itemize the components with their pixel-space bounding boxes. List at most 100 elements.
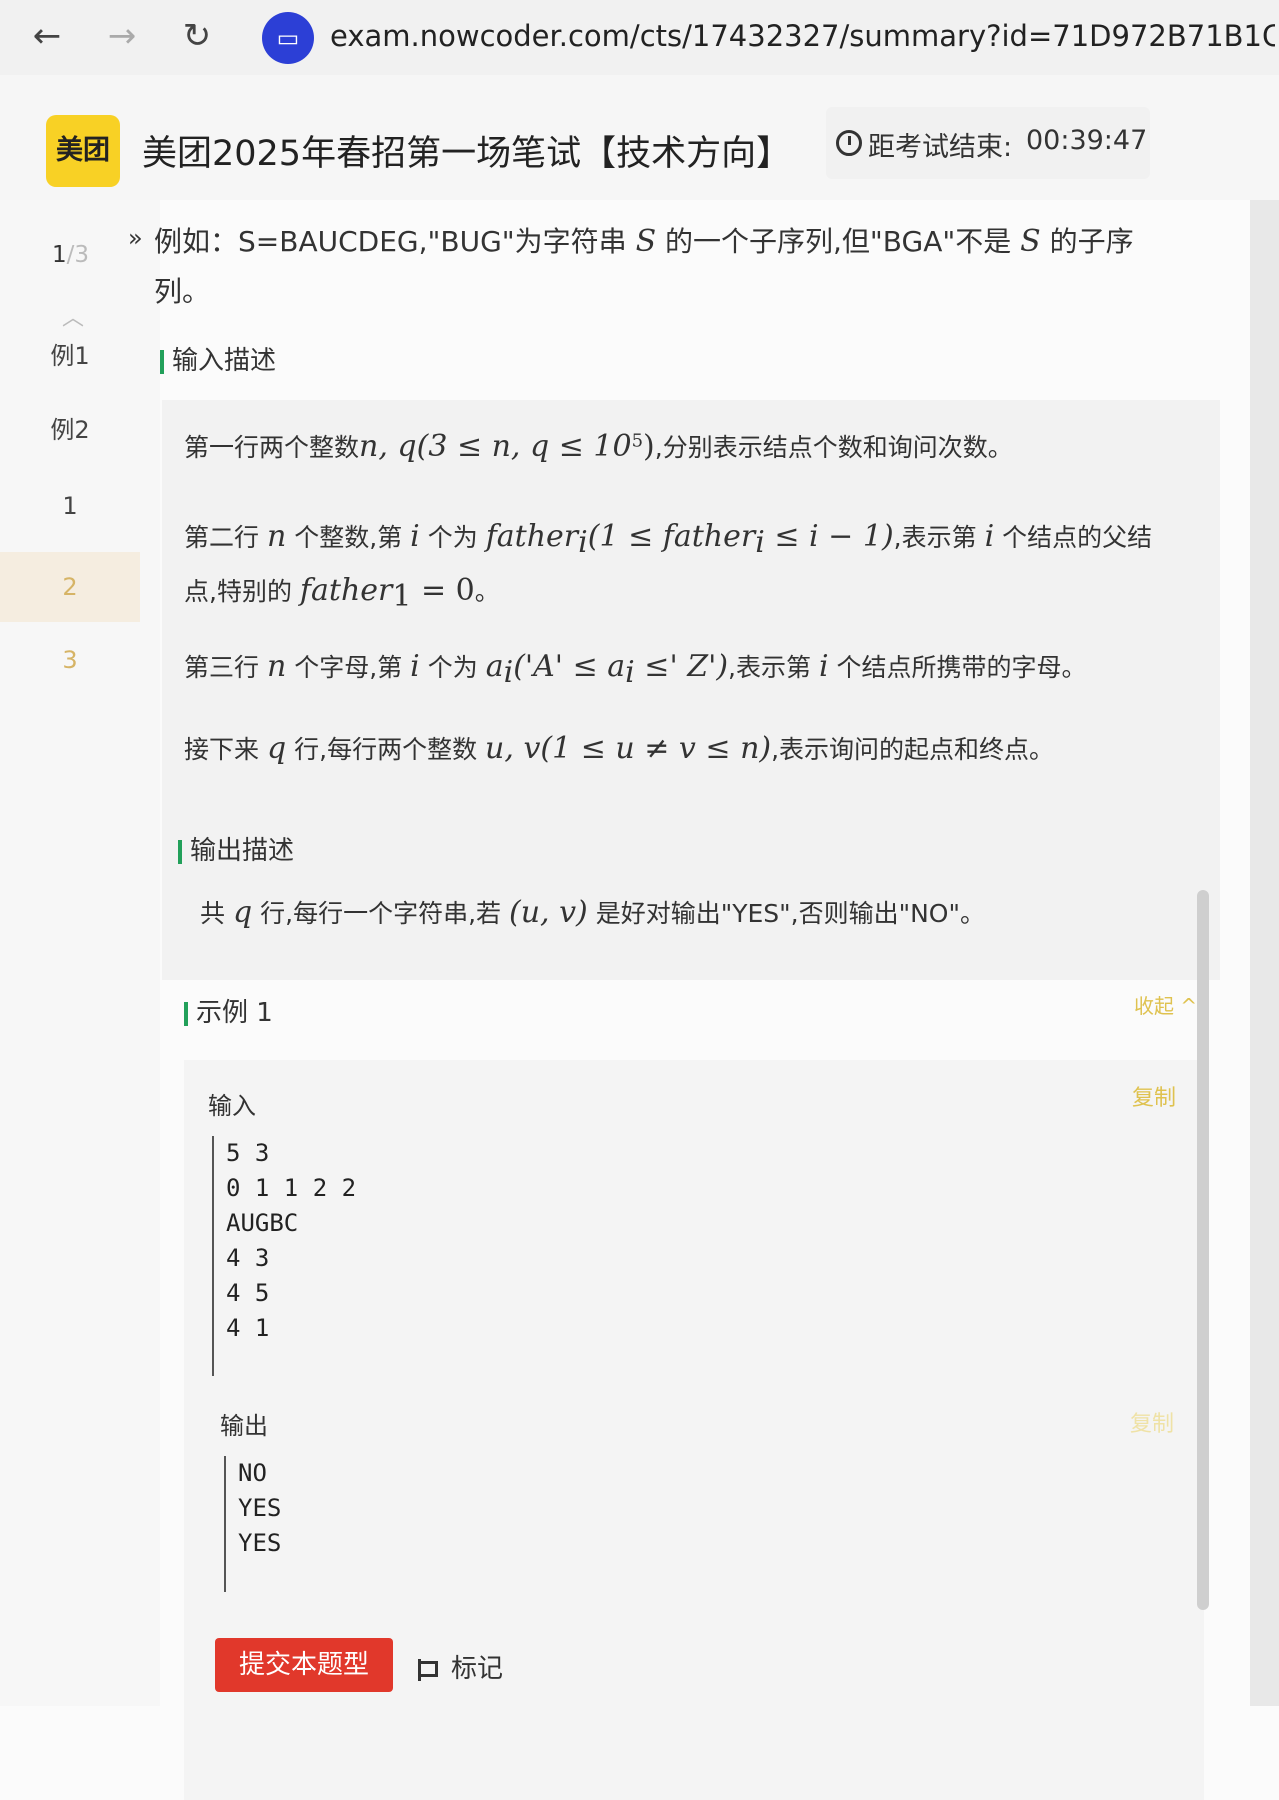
site-info-icon[interactable]: ▭ <box>262 12 314 64</box>
timer-label: 距考试结束: <box>868 132 1013 163</box>
line3-sub: 1 <box>392 579 412 614</box>
line4-text-a: 第三行 <box>184 653 260 682</box>
line4-sub: i <box>503 655 514 690</box>
line4-math2: ('A' ≤ a <box>513 649 626 684</box>
line4-a: a <box>485 649 504 684</box>
progress-current: 1 <box>52 242 67 268</box>
mark-label: 标记 <box>451 1654 504 1684</box>
line2-text-b: 个整数,第 <box>294 523 403 552</box>
input-line: AUGBC <box>226 1209 299 1237</box>
timer-value: 00:39:47 <box>1026 125 1148 156</box>
question-content: » 例如：S=BAUCDEG,"BUG"为字符串 S 的一个子序列,但"BGA"… <box>128 200 1220 1800</box>
line5-text-b: 行,每行两个整数 <box>294 735 478 764</box>
heading-accent-bar <box>184 1001 188 1026</box>
out-text-b: 行,每行一个字符串,若 <box>260 899 502 928</box>
nav-item-question-2[interactable]: 2 <box>0 552 140 622</box>
input-desc-line4: 第三行 n 个字母,第 i 个为 ai('A' ≤ ai ≤' Z'),表示第 … <box>184 648 1087 690</box>
line2-father: father <box>485 519 579 554</box>
line2-text-c: 个为 <box>427 523 478 552</box>
out-text-a: 共 <box>200 899 226 928</box>
input-line: 4 1 <box>226 1314 270 1342</box>
line4-text-d: ,表示第 <box>728 653 811 682</box>
example-heading-text: 示例 1 <box>196 998 273 1028</box>
back-arrow-icon[interactable]: ← <box>25 14 69 58</box>
forward-arrow-icon[interactable]: → <box>100 14 144 58</box>
out-q: q <box>232 895 253 930</box>
address-bar[interactable]: exam.nowcoder.com/cts/17432327/summary?i… <box>330 16 1275 56</box>
mark-button[interactable]: 标记 <box>418 1648 503 1685</box>
input-desc-line5: 接下来 q 行,每行两个整数 u, v(1 ≤ u ≠ v ≤ n),表示询问的… <box>184 730 1054 766</box>
line4-n: n <box>266 649 287 684</box>
countdown-timer: 距考试结束: 00:39:47 <box>826 107 1150 179</box>
line4-text-e: 个结点所携带的字母。 <box>836 653 1087 682</box>
nav-item-question-1[interactable]: 1 <box>0 476 140 536</box>
out-text-c: 是好对输出"YES",否则输出"NO"。 <box>595 899 985 928</box>
example-heading: 示例 1 <box>184 992 273 1029</box>
line2-n: n <box>266 519 287 554</box>
line2-i: i <box>410 519 420 554</box>
copy-input-button[interactable]: 复制 <box>1132 1080 1176 1112</box>
input-desc-line2: 第二行 n 个整数,第 i 个为 fatheri(1 ≤ fatheri ≤ i… <box>184 518 1152 560</box>
clock-icon <box>836 130 862 156</box>
line1-text-a: 第一行两个整数 <box>184 433 360 462</box>
line4-i: i <box>410 649 420 684</box>
intro-text-c: 的子序 <box>1049 225 1134 258</box>
input-desc-line1: 第一行两个整数n, q(3 ≤ n, q ≤ 105),分别表示结点个数和询问次… <box>184 428 1013 464</box>
question-progress: 1/3 <box>52 242 89 268</box>
exam-header: 美团 美团2025年春招第一场笔试【技术方向】 距考试结束: 00:39:47 <box>0 75 1279 200</box>
output-line: NO <box>238 1459 267 1487</box>
input-line: 4 5 <box>226 1279 270 1307</box>
expand-icon[interactable]: » <box>128 224 143 252</box>
line2-text-a: 第二行 <box>184 523 260 552</box>
example-input-label: 输入 <box>208 1092 256 1120</box>
line1-close: ) <box>643 429 655 464</box>
input-line: 0 1 1 2 2 <box>226 1174 357 1202</box>
flag-icon <box>418 1658 439 1681</box>
line2-text-e: 个结点的父结 <box>1002 523 1153 552</box>
content-scrollbar[interactable] <box>1197 890 1209 1610</box>
submit-section-button[interactable]: 提交本题型 <box>215 1638 393 1692</box>
input-desc-line3: 点,特别的 father1 = 0。 <box>184 572 500 614</box>
line3-text-a: 点,特别的 <box>184 577 292 606</box>
meituan-logo: 美团 <box>46 115 120 187</box>
line2-math2: (1 ≤ father <box>587 519 756 554</box>
question-intro-line2: 列。 <box>154 275 211 308</box>
output-desc-text: 共 q 行,每行一个字符串,若 (u, v) 是好对输出"YES",否则输出"N… <box>200 894 985 930</box>
input-line: 5 3 <box>226 1139 270 1167</box>
collapse-button[interactable]: 收起 ^ <box>1134 990 1197 1019</box>
input-desc-heading: 输入描述 <box>160 340 276 377</box>
line2-sub2: i <box>755 525 765 560</box>
progress-total: /3 <box>66 242 90 268</box>
question-navigator: 1/3 ︿ 例1 例2 1 2 3 <box>0 200 160 1706</box>
heading-accent-bar <box>160 349 164 374</box>
reload-icon[interactable]: ↻ <box>175 14 219 58</box>
nav-item-example-1[interactable]: 例1 <box>0 326 140 386</box>
intro-text-b: 的一个子序列,但"BGA"不是 <box>665 225 1012 258</box>
example-output-block: NO YES YES <box>224 1456 281 1592</box>
example-input-block: 5 3 0 1 1 2 2 AUGBC 4 3 4 5 4 1 <box>212 1136 356 1376</box>
nav-item-question-3[interactable]: 3 <box>0 630 140 690</box>
line5-text-a: 接下来 <box>184 735 260 764</box>
line3-text-b: 。 <box>474 577 500 606</box>
out-math: (u, v) <box>509 895 588 930</box>
right-panel-edge <box>1250 200 1279 1706</box>
output-desc-heading-text: 输出描述 <box>190 836 295 866</box>
line4-math3: ≤' Z') <box>634 649 729 684</box>
line2-sub1: i <box>578 525 588 560</box>
line2-math3: ≤ i − 1) <box>764 519 894 554</box>
example-output-label: 输出 <box>220 1412 268 1440</box>
browser-toolbar: ← → ↻ ▭ exam.nowcoder.com/cts/17432327/s… <box>0 0 1279 75</box>
output-line: YES <box>238 1529 282 1557</box>
output-line: YES <box>238 1494 282 1522</box>
nav-item-example-2[interactable]: 例2 <box>0 400 140 460</box>
copy-output-button[interactable]: 复制 <box>1130 1406 1174 1438</box>
line2-i2: i <box>984 519 995 554</box>
output-desc-heading: 输出描述 <box>178 830 294 867</box>
line1-math: n, q(3 ≤ n, q ≤ 10 <box>359 429 632 464</box>
line4-text-c: 个为 <box>427 653 478 682</box>
intro-text-a: 例如：S=BAUCDEG,"BUG"为字符串 <box>154 225 627 258</box>
line3-father: father <box>299 573 393 608</box>
line1-sup: 5 <box>631 430 644 452</box>
line1-text-b: ,分别表示结点个数和询问次数。 <box>654 433 1013 462</box>
line4-i2: i <box>818 649 829 684</box>
